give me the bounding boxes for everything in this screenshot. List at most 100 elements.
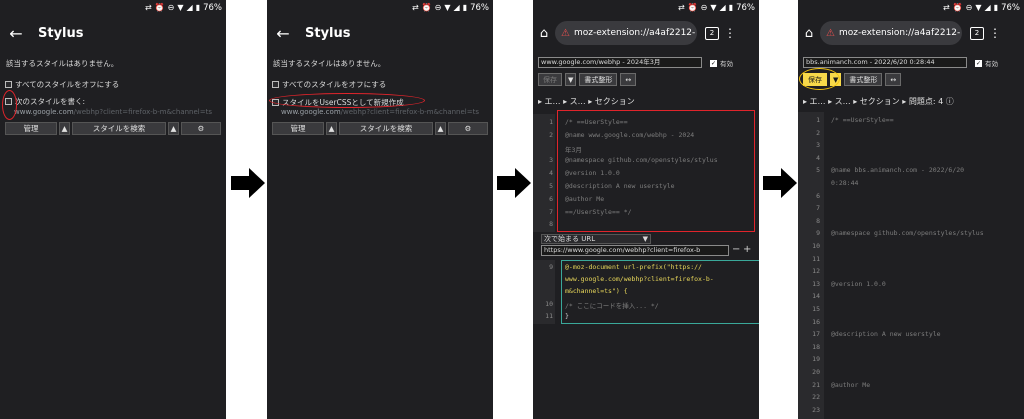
enabled-toggle[interactable]: ✓ 有効 — [975, 58, 998, 68]
line-number: 13 — [812, 279, 820, 288]
applies-value-input[interactable]: https://www.google.com/webhp?client=fire… — [541, 245, 729, 256]
code-line[interactable]: 0:28:44 — [831, 179, 858, 187]
signal-icon: ◢ — [453, 3, 460, 12]
line-number: 23 — [812, 405, 820, 414]
wifi-icon: ▼ — [975, 3, 982, 12]
address-bar[interactable]: ⚠ moz-extension://a4af2212- — [820, 21, 962, 45]
home-icon[interactable]: ⌂ — [533, 26, 555, 41]
alarm-icon: ⏰ — [154, 3, 165, 12]
line-number: 12 — [812, 267, 820, 276]
save-button[interactable]: 保存 — [538, 73, 562, 86]
sync-icon: ⇄ — [678, 3, 685, 12]
disable-all-checkbox[interactable] — [5, 81, 12, 88]
line-number: 14 — [812, 292, 820, 301]
enabled-checkbox[interactable]: ✓ — [975, 59, 982, 67]
home-icon[interactable]: ⌂ — [798, 26, 820, 41]
disable-all-row[interactable]: すべてのスタイルをオフにする — [5, 79, 119, 90]
triangle-up-icon: ▲ — [170, 124, 177, 133]
app-title: Stylus — [38, 25, 84, 41]
toggle-panel-button[interactable]: ↔ — [885, 73, 902, 86]
code-line[interactable]: @description A new userstyle — [831, 330, 941, 338]
settings-button[interactable]: ⚙ — [448, 122, 488, 135]
line-number: 4 — [549, 169, 553, 178]
manage-menu-button[interactable]: ▲ — [326, 122, 337, 135]
add-applies-button[interactable]: + — [743, 244, 751, 255]
find-menu-button[interactable]: ▲ — [168, 122, 179, 135]
section-nav[interactable]: ▸ エ… ▸ ス… ▸ セクション ▸ 問題点: 4 ⓘ — [803, 96, 954, 107]
manage-button[interactable]: 管理 — [5, 122, 57, 135]
enabled-toggle[interactable]: ✓ 有効 — [710, 58, 733, 68]
no-styles-notice: 該当するスタイルはありません。 — [273, 59, 386, 68]
highlight-ring — [799, 68, 840, 90]
code-line[interactable]: @author Me — [831, 381, 870, 389]
overflow-menu-icon[interactable]: ⋮ — [988, 26, 1002, 40]
line-number: 3 — [816, 141, 820, 150]
arrows-icon: ↔ — [890, 75, 897, 84]
popup-button-row: 管理 ▲ スタイルを検索 ▲ ⚙ — [272, 122, 488, 135]
beautify-button[interactable]: 書式整形 — [844, 73, 883, 86]
disable-all-checkbox[interactable] — [272, 81, 279, 88]
line-number: 20 — [812, 368, 820, 376]
dnd-icon: ⊖ — [700, 3, 708, 12]
wifi-icon: ▼ — [710, 3, 717, 12]
overflow-menu-icon[interactable]: ⋮ — [723, 26, 737, 40]
line-number: 11 — [812, 254, 820, 263]
manage-menu-button[interactable]: ▲ — [59, 122, 70, 135]
signal-icon: ◢ — [186, 3, 193, 12]
wifi-icon: ▼ — [177, 3, 184, 12]
applies-type-select[interactable]: 次で始まる URL ▼ — [541, 234, 651, 244]
address-bar[interactable]: ⚠ moz-extension://a4af2212- — [555, 21, 697, 45]
write-style-url[interactable]: www.google.com/webhp?client=firefox-b-m&… — [281, 108, 479, 116]
style-name-input[interactable]: bbs.animanch.com - 2022/6/20 0:28:44 — [803, 57, 967, 68]
status-bar: ⇄ ⏰ ⊖ ▼ ◢ ▮ 76% — [145, 2, 222, 14]
alarm-icon: ⏰ — [952, 3, 963, 12]
find-styles-button[interactable]: スタイルを検索 — [339, 122, 433, 135]
toggle-panel-button[interactable]: ↔ — [620, 73, 637, 86]
back-arrow-icon[interactable]: ← — [0, 24, 32, 43]
signal-icon: ◢ — [719, 3, 726, 12]
settings-button[interactable]: ⚙ — [181, 122, 221, 135]
gear-icon: ⚙ — [464, 124, 472, 133]
line-number: 5 — [816, 166, 820, 175]
code-line[interactable]: @name bbs.animanch.com - 2022/6/20 — [831, 166, 964, 174]
line-number: 1 — [549, 118, 553, 126]
enabled-label: 有効 — [720, 60, 733, 68]
screen-stylus-popup-1: ⇄ ⏰ ⊖ ▼ ◢ ▮ 76% ← Stylus 該当するスタイルはありません。… — [0, 0, 226, 419]
triangle-up-icon: ▲ — [328, 124, 335, 133]
tab-count-button[interactable]: 2 — [970, 26, 984, 40]
triangle-up-icon: ▲ — [437, 124, 444, 133]
code-line[interactable]: @version 1.0.0 — [831, 280, 886, 288]
write-style-row[interactable]: 次のスタイルを書く: — [5, 96, 85, 107]
section-nav[interactable]: ▸ エ… ▸ ス… ▸ セクション — [538, 96, 635, 107]
code-line[interactable]: www.google.com/webhp?client=firefox-b- — [565, 275, 714, 283]
code-line[interactable]: } — [565, 312, 569, 320]
find-styles-button[interactable]: スタイルを検索 — [72, 122, 166, 135]
line-number: 3 — [549, 156, 553, 165]
enabled-checkbox[interactable]: ✓ — [710, 59, 717, 67]
code-line[interactable]: /* ここにコードを挿入... */ — [565, 300, 659, 310]
line-number: 10 — [545, 299, 553, 308]
style-name-input[interactable]: www.google.com/webhp - 2024年3月 — [538, 57, 702, 68]
line-number: 1 — [816, 116, 820, 124]
sync-icon: ⇄ — [145, 3, 152, 12]
extension-lock-icon: ⚠ — [826, 27, 835, 39]
code-line[interactable]: m&channel=ts") { — [565, 287, 628, 295]
url-path: /webhp?client=firefox-b-m&channel=ts — [340, 108, 480, 116]
code-line[interactable]: /* ==UserStyle== — [831, 116, 894, 124]
find-menu-button[interactable]: ▲ — [435, 122, 446, 135]
remove-applies-button[interactable]: − — [732, 244, 740, 255]
code-line[interactable]: @namespace github.com/openstyles/stylus — [831, 229, 984, 237]
alarm-icon: ⏰ — [687, 3, 698, 12]
manage-button[interactable]: 管理 — [272, 122, 324, 135]
disable-all-row[interactable]: すべてのスタイルをオフにする — [272, 79, 386, 90]
back-arrow-icon[interactable]: ← — [267, 24, 299, 43]
save-menu-button[interactable]: ▼ — [565, 73, 577, 86]
code-line[interactable]: @-moz-document url-prefix("https:// — [565, 263, 702, 271]
tab-count-button[interactable]: 2 — [705, 26, 719, 40]
write-style-url[interactable]: www.google.com/webhp?client=firefox-b-m&… — [14, 108, 212, 116]
editor-buttons: 保存 ▼ 書式整形 ↔ — [538, 73, 637, 86]
line-number: 11 — [545, 311, 553, 320]
highlight-ring — [2, 90, 17, 120]
beautify-button[interactable]: 書式整形 — [579, 73, 618, 86]
line-number: 16 — [812, 317, 820, 326]
